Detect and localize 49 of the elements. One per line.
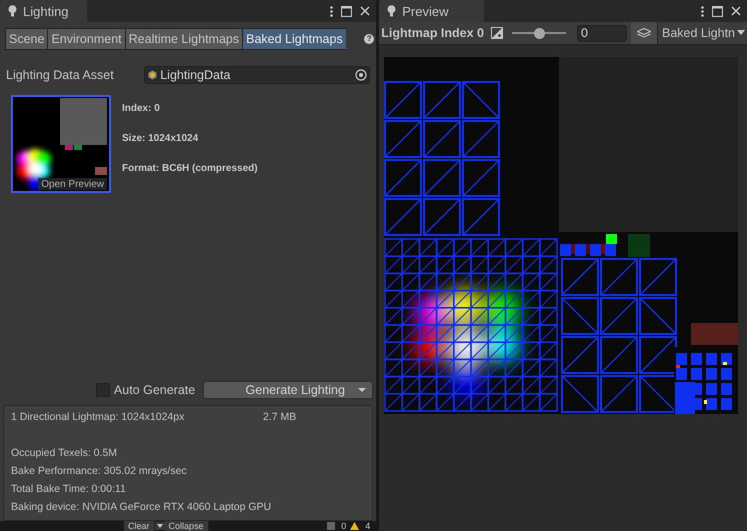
clear-button[interactable]: Clear (124, 521, 155, 531)
close-icon[interactable] (731, 6, 741, 16)
more-options-icon[interactable] (701, 6, 704, 16)
checkbox[interactable] (96, 383, 110, 397)
message-icon[interactable] (327, 522, 336, 530)
asset-icon (148, 70, 158, 80)
tab[interactable]: Environment (47, 28, 125, 50)
close-icon[interactable] (360, 6, 370, 16)
info-text: Index: 0 (122, 103, 161, 114)
stats-text: Occupied Texels: 0.5M (11, 447, 118, 459)
dropdown-caret-icon (737, 30, 745, 36)
info-text: Format: BC6H (compressed) (122, 163, 258, 174)
mode-dropdown[interactable]: Baked Lightn (657, 22, 747, 44)
window-tab[interactable]: Preview (379, 0, 484, 22)
lightbulb-icon (8, 5, 17, 17)
layers-icon (637, 28, 652, 38)
tab[interactable]: Baked Lightmaps (242, 28, 346, 50)
maximize-icon[interactable] (341, 6, 352, 16)
message-count: 0 (341, 521, 346, 531)
lightmap-index-label: Lightmap Index 0 (381, 26, 484, 40)
window-tab[interactable]: Lighting (0, 0, 87, 22)
warning-count: 4 (365, 521, 370, 531)
open-preview-button[interactable]: Open Preview (38, 178, 107, 190)
checkbox-label: Auto Generate (114, 383, 196, 397)
help-icon[interactable]: ? (364, 34, 374, 44)
stats-text: Bake Performance: 305.02 mrays/sec (11, 465, 188, 477)
stats-text: Baking device: NVIDIA GeForce RTX 4060 Laptop GPU (11, 501, 272, 513)
field-label: Lighting Data Asset (6, 68, 114, 82)
stats-text: 1 Directional Lightmap: 1024x1024px (11, 411, 186, 423)
object-picker-icon[interactable] (355, 69, 368, 81)
lightbulb-icon (387, 5, 396, 17)
object-field[interactable]: LightingData (144, 66, 370, 84)
stats-text: Total Bake Time: 0:00:11 (11, 483, 127, 495)
exposure-icon[interactable] (491, 27, 504, 39)
tab[interactable]: Realtime Lightmaps (124, 28, 242, 50)
collapse-button[interactable]: Collapse (164, 521, 209, 531)
slider-thumb[interactable] (534, 28, 545, 38)
dropdown-caret-icon[interactable] (154, 522, 165, 530)
lightmap-thumbnail[interactable]: Open Preview (11, 95, 111, 193)
window-title: Lighting (23, 4, 69, 18)
stats-text: 2.7 MB (263, 411, 296, 423)
maximize-icon[interactable] (712, 6, 723, 16)
index-field[interactable]: 0 (577, 24, 628, 42)
info-text: Size: 1024x1024 (122, 133, 200, 144)
more-options-icon[interactable] (330, 6, 334, 16)
generate-lighting-button[interactable]: Generate Lighting (203, 381, 374, 399)
tab[interactable]: Scene (5, 28, 48, 50)
layers-button[interactable] (631, 22, 658, 44)
window-title: Preview (402, 4, 448, 18)
